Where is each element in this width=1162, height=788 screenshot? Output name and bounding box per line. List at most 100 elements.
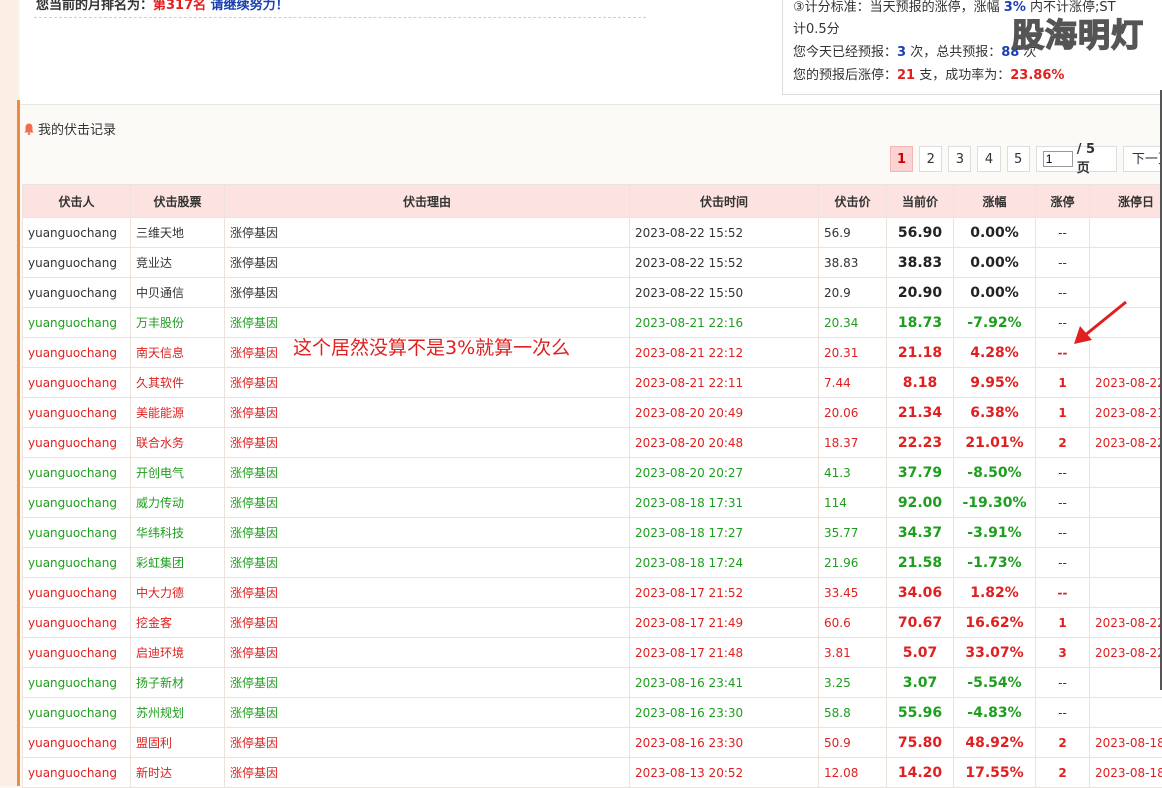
dashed-divider (34, 17, 646, 18)
cell-current-price: 21.58 (887, 548, 954, 578)
table-row[interactable]: yuanguochang挖金客涨停基因2023-08-17 21:4960.67… (23, 608, 1162, 638)
cell-current-price: 22.23 (887, 428, 954, 458)
cell-change: -3.91% (954, 518, 1036, 548)
cell-price: 3.81 (819, 638, 887, 668)
cell-time: 2023-08-21 22:16 (630, 308, 819, 338)
header-time[interactable]: 伏击时间 (630, 185, 819, 218)
cell-current-price: 56.90 (887, 218, 954, 248)
cell-user: yuanguochang (23, 278, 131, 308)
page-1-button[interactable]: 1 (890, 146, 913, 172)
cell-stock: 盟固利 (131, 728, 225, 758)
cell-change: 16.62% (954, 608, 1036, 638)
cell-change: 21.01% (954, 428, 1036, 458)
cell-reason: 涨停基因 (225, 458, 630, 488)
cell-user: yuanguochang (23, 218, 131, 248)
next-page-button[interactable]: 下一页 (1123, 146, 1162, 172)
table-row[interactable]: yuanguochang苏州规划涨停基因2023-08-16 23:3058.8… (23, 698, 1162, 728)
ambush-record-table: 伏击人 伏击股票 伏击理由 伏击时间 伏击价 当前价 涨幅 涨停 涨停日 yua… (22, 184, 1162, 788)
cell-current-price: 3.07 (887, 668, 954, 698)
cell-reason: 涨停基因 (225, 218, 630, 248)
cell-user: yuanguochang (23, 668, 131, 698)
table-row[interactable]: yuanguochang中大力德涨停基因2023-08-17 21:5233.4… (23, 578, 1162, 608)
cell-time: 2023-08-18 17:27 (630, 518, 819, 548)
cell-user: yuanguochang (23, 308, 131, 338)
cell-price: 60.6 (819, 608, 887, 638)
header-change[interactable]: 涨幅 (954, 185, 1036, 218)
table-row[interactable]: yuanguochang启迪环境涨停基因2023-08-17 21:483.81… (23, 638, 1162, 668)
cell-limit-up: 1 (1036, 398, 1090, 428)
cell-time: 2023-08-22 15:52 (630, 248, 819, 278)
cell-reason: 涨停基因 (225, 728, 630, 758)
cell-user: yuanguochang (23, 728, 131, 758)
table-row[interactable]: yuanguochang久其软件涨停基因2023-08-21 22:117.44… (23, 368, 1162, 398)
cell-reason: 涨停基因 (225, 608, 630, 638)
cell-price: 38.83 (819, 248, 887, 278)
table-row[interactable]: yuanguochang彩虹集团涨停基因2023-08-18 17:2421.9… (23, 548, 1162, 578)
cell-current-price: 37.79 (887, 458, 954, 488)
section-title: 我的伏击记录 (24, 119, 116, 138)
cell-stock: 中贝通信 (131, 278, 225, 308)
table-row[interactable]: yuanguochang中贝通信涨停基因2023-08-22 15:5020.9… (23, 278, 1162, 308)
header-reason[interactable]: 伏击理由 (225, 185, 630, 218)
cell-time: 2023-08-20 20:48 (630, 428, 819, 458)
cell-reason: 涨停基因 (225, 698, 630, 728)
cell-change: -5.54% (954, 668, 1036, 698)
section-title-text: 我的伏击记录 (38, 119, 116, 138)
table-row[interactable]: yuanguochang美能能源涨停基因2023-08-20 20:4920.0… (23, 398, 1162, 428)
cell-user: yuanguochang (23, 428, 131, 458)
rank-value: 第317名 (153, 0, 206, 13)
page-3-button[interactable]: 3 (948, 146, 971, 172)
total-pages-label: / 5 页 (1077, 142, 1110, 176)
cell-price: 41.3 (819, 458, 887, 488)
monthly-rank-text: 您当前的月排名为：第317名 请继续努力！ (36, 0, 289, 13)
table-row[interactable]: yuanguochang开创电气涨停基因2023-08-20 20:2741.3… (23, 458, 1162, 488)
table-row[interactable]: yuanguochang威力传动涨停基因2023-08-18 17:311149… (23, 488, 1162, 518)
cell-stock: 久其软件 (131, 368, 225, 398)
rank-prefix: 您当前的月排名为： (36, 0, 153, 13)
cell-change: 0.00% (954, 218, 1036, 248)
cell-price: 12.08 (819, 758, 887, 788)
header-price[interactable]: 伏击价 (819, 185, 887, 218)
cell-stock: 联合水务 (131, 428, 225, 458)
table-row[interactable]: yuanguochang扬子新材涨停基因2023-08-16 23:413.25… (23, 668, 1162, 698)
cell-price: 20.9 (819, 278, 887, 308)
cell-price: 7.44 (819, 368, 887, 398)
table-row[interactable]: yuanguochang南天信息涨停基因2023-08-21 22:1220.3… (23, 338, 1162, 368)
table-body: yuanguochang三维天地涨停基因2023-08-22 15:5256.9… (23, 218, 1162, 788)
cell-reason: 涨停基因 (225, 668, 630, 698)
cell-price: 20.34 (819, 308, 887, 338)
cell-change: -19.30% (954, 488, 1036, 518)
cell-limit-up: 2 (1036, 758, 1090, 788)
header-user[interactable]: 伏击人 (23, 185, 131, 218)
cell-time: 2023-08-18 17:31 (630, 488, 819, 518)
page-jump-box: / 5 页 (1036, 146, 1117, 172)
table-row[interactable]: yuanguochang联合水务涨停基因2023-08-20 20:4818.3… (23, 428, 1162, 458)
header-limit-up[interactable]: 涨停 (1036, 185, 1090, 218)
table-row[interactable]: yuanguochang万丰股份涨停基因2023-08-21 22:1620.3… (23, 308, 1162, 338)
cell-current-price: 75.80 (887, 728, 954, 758)
cell-price: 50.9 (819, 728, 887, 758)
cell-current-price: 14.20 (887, 758, 954, 788)
page-2-button[interactable]: 2 (919, 146, 942, 172)
table-row[interactable]: yuanguochang华纬科技涨停基因2023-08-18 17:2735.7… (23, 518, 1162, 548)
cell-time: 2023-08-16 23:30 (630, 728, 819, 758)
header-current-price[interactable]: 当前价 (887, 185, 954, 218)
cell-limit-up: -- (1036, 578, 1090, 608)
cell-price: 3.25 (819, 668, 887, 698)
table-row[interactable]: yuanguochang新时达涨停基因2023-08-13 20:5212.08… (23, 758, 1162, 788)
cell-limit-up-date (1090, 578, 1162, 608)
cell-limit-up: -- (1036, 248, 1090, 278)
page-5-button[interactable]: 5 (1007, 146, 1030, 172)
header-stock[interactable]: 伏击股票 (131, 185, 225, 218)
table-row[interactable]: yuanguochang竞业达涨停基因2023-08-22 15:5238.83… (23, 248, 1162, 278)
table-row[interactable]: yuanguochang盟固利涨停基因2023-08-16 23:3050.97… (23, 728, 1162, 758)
cell-time: 2023-08-16 23:41 (630, 668, 819, 698)
header-limit-up-date[interactable]: 涨停日 (1090, 185, 1162, 218)
page-4-button[interactable]: 4 (977, 146, 1000, 172)
table-row[interactable]: yuanguochang三维天地涨停基因2023-08-22 15:5256.9… (23, 218, 1162, 248)
page-jump-input[interactable] (1043, 151, 1073, 167)
cell-stock: 苏州规划 (131, 698, 225, 728)
cell-current-price: 8.18 (887, 368, 954, 398)
cell-price: 33.45 (819, 578, 887, 608)
cell-stock: 威力传动 (131, 488, 225, 518)
